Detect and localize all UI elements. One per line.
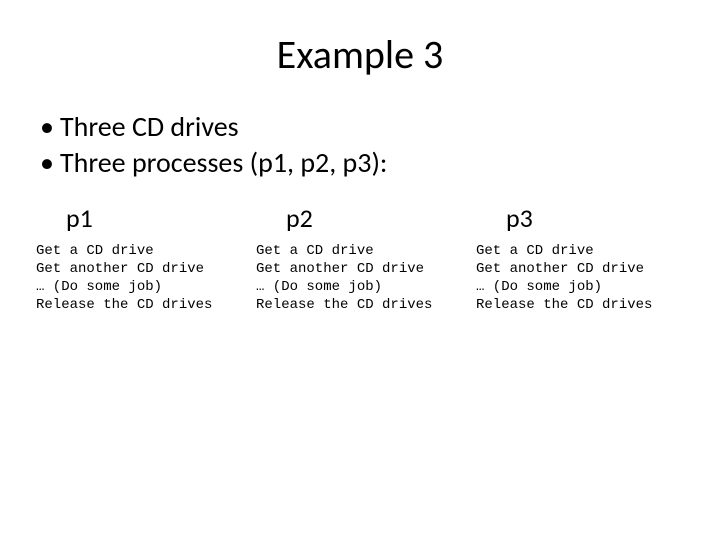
process-heading: p3	[506, 202, 684, 234]
code-line: Get a CD drive	[256, 243, 374, 259]
code-line: … (Do some job)	[36, 279, 162, 295]
code-line: Release the CD drives	[36, 297, 212, 313]
code-line: Release the CD drives	[476, 297, 652, 313]
bullet-item: • Three CD drives	[40, 109, 690, 145]
code-line: Get a CD drive	[476, 243, 594, 259]
bullet-list: • Three CD drives • Three processes (p1,…	[30, 109, 690, 182]
slide: Example 3 • Three CD drives • Three proc…	[0, 0, 720, 540]
code-line: Get another CD drive	[476, 261, 644, 277]
code-line: … (Do some job)	[476, 279, 602, 295]
process-column-p3: p3 Get a CD drive Get another CD drive ……	[470, 202, 690, 315]
code-line: Release the CD drives	[256, 297, 432, 313]
process-code: Get a CD drive Get another CD drive … (D…	[256, 242, 464, 315]
slide-title: Example 3	[30, 30, 690, 79]
code-line: … (Do some job)	[256, 279, 382, 295]
process-code: Get a CD drive Get another CD drive … (D…	[36, 242, 244, 315]
code-line: Get another CD drive	[36, 261, 204, 277]
bullet-dot-icon: •	[40, 145, 60, 181]
bullet-dot-icon: •	[40, 109, 60, 145]
code-line: Get another CD drive	[256, 261, 424, 277]
process-column-p2: p2 Get a CD drive Get another CD drive ……	[250, 202, 470, 315]
bullet-text: Three processes (p1, p2, p3):	[60, 145, 387, 181]
bullet-text: Three CD drives	[60, 109, 239, 145]
bullet-item: • Three processes (p1, p2, p3):	[40, 145, 690, 181]
code-line: Get a CD drive	[36, 243, 154, 259]
process-columns: p1 Get a CD drive Get another CD drive ……	[30, 202, 690, 315]
process-heading: p2	[286, 202, 464, 234]
process-column-p1: p1 Get a CD drive Get another CD drive ……	[30, 202, 250, 315]
process-code: Get a CD drive Get another CD drive … (D…	[476, 242, 684, 315]
process-heading: p1	[66, 202, 244, 234]
